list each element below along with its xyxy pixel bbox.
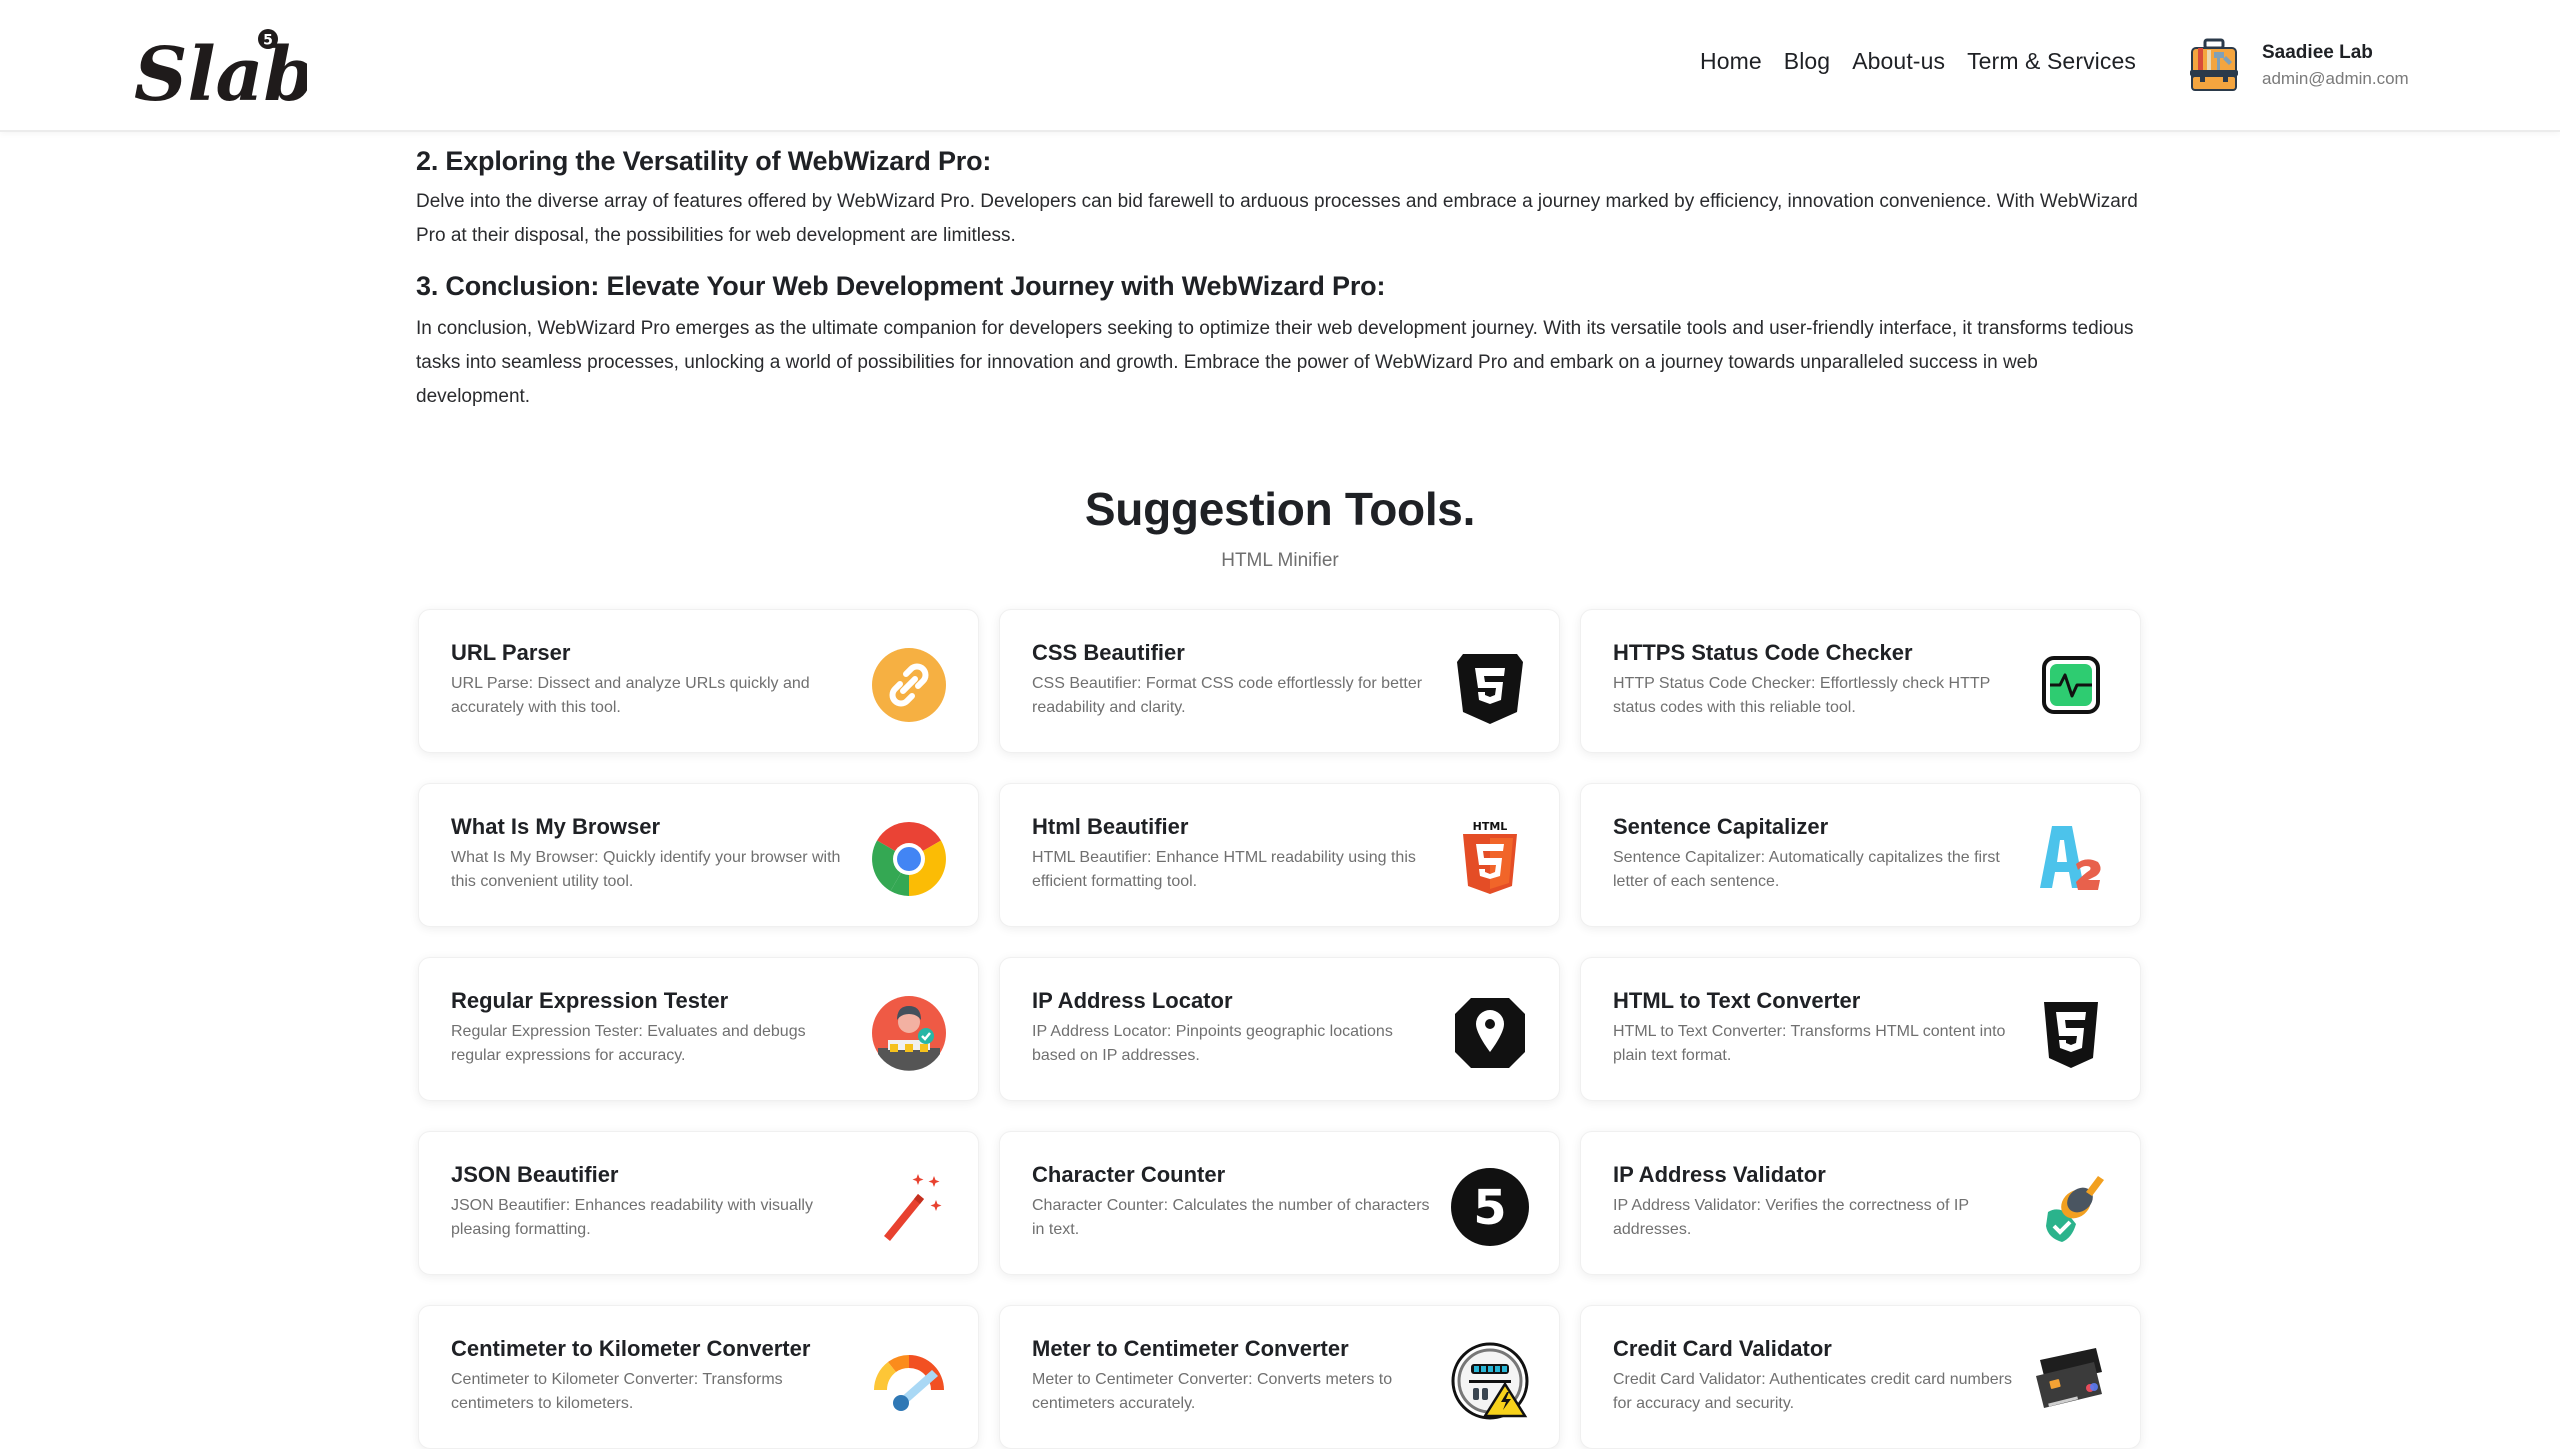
nav-terms-services[interactable]: Term & Services	[1967, 48, 2136, 75]
tool-card-title: CSS Beautifier	[1032, 640, 1185, 665]
tool-card-title: JSON Beautifier	[451, 1162, 619, 1187]
tool-card-character-counter[interactable]: Character Counter Character Counter: Cal…	[999, 1131, 1560, 1275]
tool-card-credit-card-validator[interactable]: Credit Card Validator Credit Card Valida…	[1580, 1305, 2141, 1449]
tool-card-title: What Is My Browser	[451, 814, 661, 839]
tool-card-desc: What Is My Browser: Quickly identify you…	[451, 849, 841, 890]
tool-card-desc: IP Address Locator: Pinpoints geographic…	[1032, 1023, 1393, 1064]
user-info: Saadiee Lab admin@admin.com	[2262, 40, 2409, 92]
tool-card-desc: Regular Expression Tester: Evaluates and…	[451, 1023, 806, 1064]
pulse-monitor-icon	[2030, 644, 2112, 726]
nav-blog[interactable]: Blog	[1784, 48, 1830, 75]
tool-card-title: URL Parser	[451, 640, 571, 665]
tool-card-meter-to-centimeter-converter[interactable]: Meter to Centimeter Converter Meter to C…	[999, 1305, 1560, 1449]
site-logo[interactable]: Slab 5	[132, 24, 315, 118]
tool-card-title: Meter to Centimeter Converter	[1032, 1336, 1349, 1361]
tool-card-desc: HTML Beautifier: Enhance HTML readabilit…	[1032, 849, 1416, 890]
tool-card-html-beautifier[interactable]: Html Beautifier HTML Beautifier: Enhance…	[999, 783, 1560, 927]
tool-card-title: Html Beautifier	[1032, 814, 1189, 839]
tools-grid: URL Parser URL Parse: Dissect and analyz…	[418, 609, 2142, 1449]
tool-card-sentence-capitalizer[interactable]: Sentence Capitalizer Sentence Capitalize…	[1580, 783, 2141, 927]
credit-card-icon	[2030, 1340, 2112, 1422]
tool-card-centimeter-to-kilometer-converter[interactable]: Centimeter to Kilometer Converter Centim…	[418, 1305, 979, 1449]
tool-card-json-beautifier[interactable]: JSON Beautifier JSON Beautifier: Enhance…	[418, 1131, 979, 1275]
tool-card-title: Regular Expression Tester	[451, 988, 729, 1013]
section-2-body: Delve into the diverse array of features…	[416, 191, 2138, 246]
logo-text: Slab	[134, 32, 307, 110]
user-profile[interactable]: Saadiee Lab admin@admin.com	[2188, 38, 2409, 94]
html5-icon: HTML	[1449, 818, 1531, 900]
tool-card-desc: JSON Beautifier: Enhances readability wi…	[451, 1197, 813, 1238]
tool-card-title: Sentence Capitalizer	[1613, 814, 1829, 839]
stamp-check-icon	[2030, 1166, 2112, 1248]
section-3-heading: 3. Conclusion: Elevate Your Web Developm…	[416, 271, 1386, 301]
user-name: Saadiee Lab	[2262, 42, 2373, 63]
slab-logo-icon: Slab 5	[134, 29, 315, 118]
tool-card-title: HTTPS Status Code Checker	[1613, 640, 1913, 665]
html5-outline-icon	[2030, 992, 2112, 1074]
tool-card-css-beautifier[interactable]: CSS Beautifier CSS Beautifier: Format CS…	[999, 609, 1560, 753]
tool-card-desc: Sentence Capitalizer: Automatically capi…	[1613, 849, 2000, 890]
link-icon	[868, 644, 950, 726]
tool-card-ip-address-locator[interactable]: IP Address Locator IP Address Locator: P…	[999, 957, 1560, 1101]
nav-about-us[interactable]: About-us	[1852, 48, 1945, 75]
tool-card-title: IP Address Validator	[1613, 1162, 1826, 1187]
tool-card-regular-expression-tester[interactable]: Regular Expression Tester Regular Expres…	[418, 957, 979, 1101]
suggestion-tools-title: Suggestion Tools.	[1084, 483, 1476, 535]
tool-card-desc: CSS Beautifier: Format CSS code effortle…	[1032, 675, 1423, 716]
tool-card-https-status-code-checker[interactable]: HTTPS Status Code Checker HTTP Status Co…	[1580, 609, 2141, 753]
nav-home[interactable]: Home	[1700, 48, 1762, 75]
tool-card-title: IP Address Locator	[1032, 988, 1233, 1013]
tool-card-ip-address-validator[interactable]: IP Address Validator IP Address Validato…	[1580, 1131, 2141, 1275]
tool-card-title: Character Counter	[1032, 1162, 1226, 1187]
tool-card-html-to-text-converter[interactable]: HTML to Text Converter HTML to Text Conv…	[1580, 957, 2141, 1101]
article-content: 2. Exploring the Versatility of WebWizar…	[416, 146, 2146, 414]
user-email: admin@admin.com	[2262, 69, 2409, 88]
tool-card-desc: URL Parse: Dissect and analyze URLs quic…	[451, 675, 810, 716]
section-2-heading: 2. Exploring the Versatility of WebWizar…	[416, 146, 992, 176]
letter-case-icon	[2030, 818, 2112, 900]
svg-text:5: 5	[1473, 1180, 1506, 1236]
css3-icon	[1449, 644, 1531, 726]
tool-card-title: Credit Card Validator	[1613, 1336, 1832, 1361]
verified-user-icon	[868, 992, 950, 1074]
svg-text:HTML: HTML	[1473, 820, 1508, 833]
tool-card-desc: HTML to Text Converter: Transforms HTML …	[1613, 1023, 2006, 1064]
tool-card-desc: Centimeter to Kilometer Converter: Trans…	[451, 1371, 783, 1412]
main-nav: Home Blog About-us Term & Services	[1700, 48, 2158, 75]
tool-card-desc: Credit Card Validator: Authenticates cre…	[1613, 1371, 2013, 1412]
gauge-icon	[868, 1340, 950, 1422]
logo-badge-number: 5	[263, 33, 273, 49]
tool-card-title: HTML to Text Converter	[1613, 988, 1861, 1013]
tool-card-url-parser[interactable]: URL Parser URL Parse: Dissect and analyz…	[418, 609, 979, 753]
site-header: Slab 5 Home Blog About-us Term & Service…	[0, 0, 2560, 132]
section-3-body: In conclusion, WebWizard Pro emerges as …	[416, 318, 2134, 407]
tool-card-desc: HTTP Status Code Checker: Effortlessly c…	[1613, 675, 1991, 716]
tool-card-desc: Character Counter: Calculates the number…	[1032, 1197, 1430, 1238]
suggestion-tools-subtitle: HTML Minifier	[1221, 550, 1339, 571]
magic-wand-icon	[868, 1166, 950, 1248]
tool-card-desc: Meter to Centimeter Converter: Converts …	[1032, 1371, 1393, 1412]
toolbox-icon	[2188, 38, 2240, 94]
tool-card-title: Centimeter to Kilometer Converter	[451, 1336, 811, 1361]
tool-card-what-is-my-browser[interactable]: What Is My Browser What Is My Browser: Q…	[418, 783, 979, 927]
chrome-icon	[868, 818, 950, 900]
number-five-icon: 5	[1449, 1166, 1531, 1248]
location-pin-icon	[1449, 992, 1531, 1074]
electric-meter-icon	[1449, 1340, 1531, 1422]
tool-card-desc: IP Address Validator: Verifies the corre…	[1613, 1197, 1969, 1238]
